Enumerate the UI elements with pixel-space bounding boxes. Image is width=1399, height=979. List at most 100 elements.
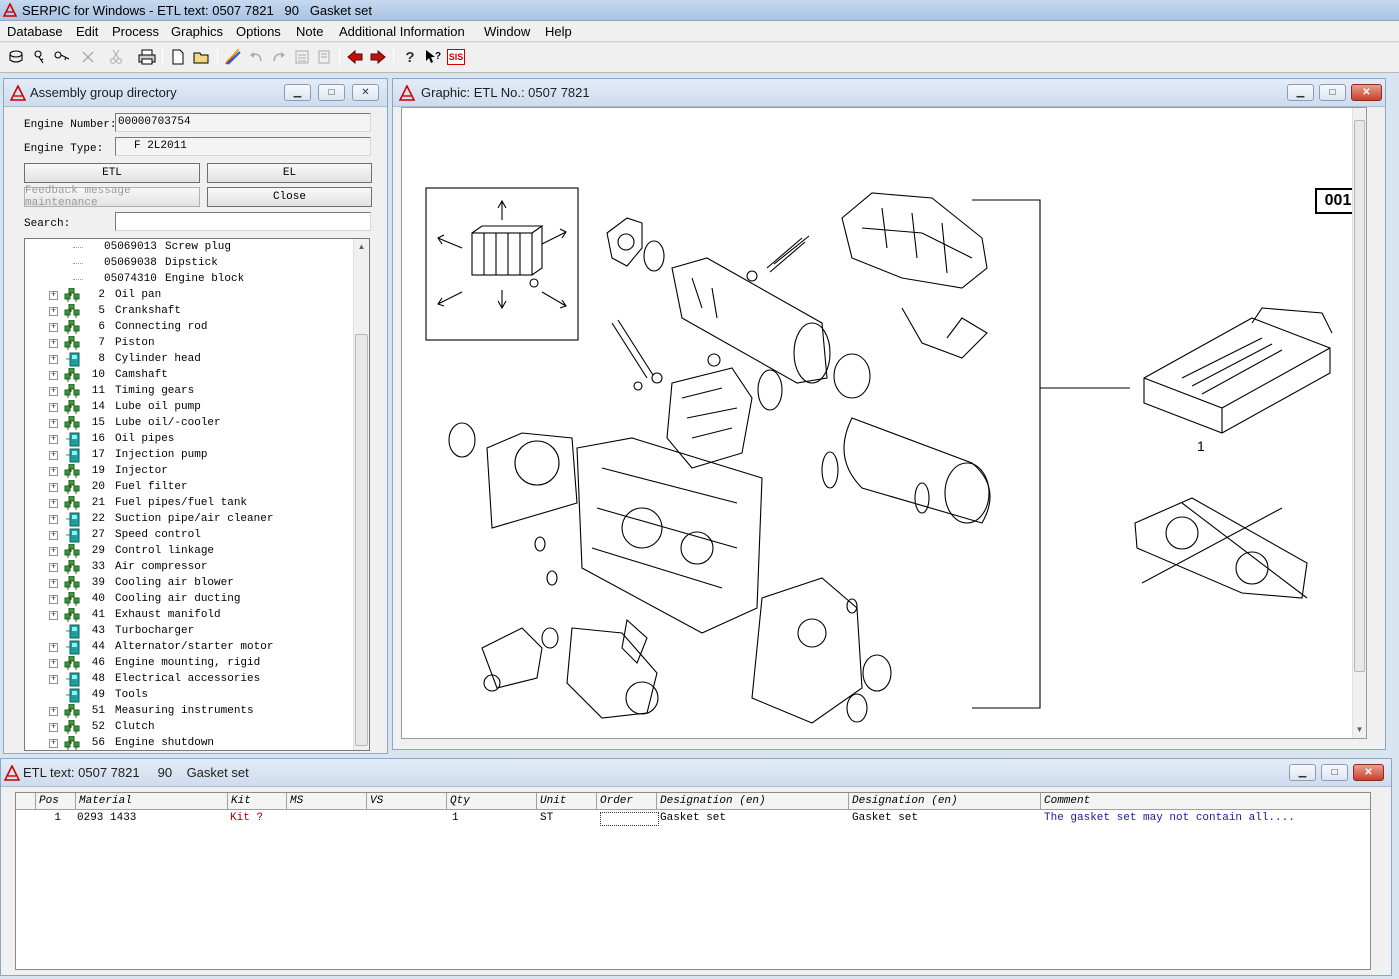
expand-icon[interactable]: + xyxy=(49,675,58,684)
tree-part-item[interactable]: 05074310 Engine block xyxy=(25,272,355,288)
expand-icon[interactable]: + xyxy=(49,547,58,556)
tree-group-item[interactable]: +20 Fuel filter xyxy=(25,479,355,496)
col-order[interactable]: Order xyxy=(597,793,657,810)
next-arrow-icon[interactable] xyxy=(368,47,388,67)
print-icon[interactable] xyxy=(137,47,157,67)
detail-view-icon[interactable] xyxy=(314,47,334,67)
expand-icon[interactable]: + xyxy=(49,611,58,620)
expand-icon[interactable]: + xyxy=(49,355,58,364)
col-kit[interactable]: Kit xyxy=(228,793,287,810)
expand-icon[interactable]: + xyxy=(49,419,58,428)
sis-icon[interactable]: SIS xyxy=(446,47,466,67)
menu-help[interactable]: Help xyxy=(545,24,572,39)
expand-icon[interactable]: + xyxy=(49,403,58,412)
tree-group-item[interactable]: +15 Lube oil/-cooler xyxy=(25,415,355,432)
expand-icon[interactable]: + xyxy=(49,595,58,604)
menu-edit[interactable]: Edit xyxy=(76,24,98,39)
expand-icon[interactable]: + xyxy=(49,483,58,492)
keys-icon[interactable] xyxy=(52,47,72,67)
graphic-window-caption[interactable]: Graphic: ETL No.: 0507 7821 ▁ □ ✕ xyxy=(393,79,1385,107)
expand-icon[interactable]: + xyxy=(49,723,58,732)
expand-icon[interactable]: + xyxy=(49,291,58,300)
el-button[interactable]: EL xyxy=(207,163,372,183)
cell-order[interactable] xyxy=(600,812,659,826)
scroll-thumb[interactable] xyxy=(1354,120,1365,672)
assembly-window-caption[interactable]: Assembly group directory ▁ □ ✕ xyxy=(4,79,387,107)
menu-database[interactable]: Database xyxy=(7,24,63,39)
maximize-button[interactable]: □ xyxy=(1319,84,1346,101)
expand-icon[interactable]: + xyxy=(49,387,58,396)
previous-arrow-icon[interactable] xyxy=(345,47,365,67)
col-comment[interactable]: Comment xyxy=(1041,793,1370,810)
tree-group-item[interactable]: +56 Engine shutdown xyxy=(25,735,355,750)
expand-icon[interactable]: + xyxy=(49,563,58,572)
expand-icon[interactable]: + xyxy=(49,323,58,332)
tree-group-item[interactable]: +41 Exhaust manifold xyxy=(25,607,355,624)
col-ms[interactable]: MS xyxy=(287,793,367,810)
color-pencil-icon[interactable] xyxy=(223,47,243,67)
help-question-icon[interactable]: ? xyxy=(400,47,420,67)
expand-icon[interactable]: + xyxy=(49,435,58,444)
expand-icon[interactable]: + xyxy=(49,707,58,716)
tree-part-item[interactable]: 05069013 Screw plug xyxy=(25,240,355,256)
col-unit[interactable]: Unit xyxy=(537,793,597,810)
menu-additional-information[interactable]: Additional Information xyxy=(339,24,465,39)
expand-icon[interactable]: + xyxy=(49,531,58,540)
expand-icon[interactable]: + xyxy=(49,499,58,508)
etl-button[interactable]: ETL xyxy=(24,163,200,183)
tree-group-item[interactable]: +51 Measuring instruments xyxy=(25,703,355,720)
close-window-button[interactable]: ✕ xyxy=(1353,764,1384,781)
undo-icon[interactable] xyxy=(246,47,266,67)
menu-window[interactable]: Window xyxy=(484,24,530,39)
etl-parts-table[interactable]: Pos Material Kit MS VS Qty Unit Order De… xyxy=(15,792,1371,970)
tree-group-item[interactable]: +39 Cooling air blower xyxy=(25,575,355,592)
new-document-icon[interactable] xyxy=(168,47,188,67)
search-input[interactable] xyxy=(115,212,371,231)
menu-note[interactable]: Note xyxy=(296,24,323,39)
tree-group-item[interactable]: +29 Control linkage xyxy=(25,543,355,560)
tree-group-item[interactable]: +27 Speed control xyxy=(25,528,355,544)
tree-scrollbar[interactable]: ▲ xyxy=(353,239,369,750)
engine-number-field[interactable]: 00000703754 xyxy=(115,113,371,132)
scroll-thumb[interactable] xyxy=(355,334,368,746)
col-pos[interactable]: Pos xyxy=(36,793,76,810)
minimize-button[interactable]: ▁ xyxy=(284,84,311,101)
cell-comment[interactable]: The gasket set may not contain all.... xyxy=(1041,811,1298,827)
delete-icon[interactable] xyxy=(78,47,98,67)
tree-group-item[interactable]: +22 Suction pipe/air cleaner xyxy=(25,512,355,528)
engine-type-field[interactable]: F 2L2011 xyxy=(115,137,371,156)
menu-graphics[interactable]: Graphics xyxy=(171,24,223,39)
menu-process[interactable]: Process xyxy=(112,24,159,39)
tree-group-item[interactable]: +48 Electrical accessories xyxy=(25,672,355,688)
expand-icon[interactable]: + xyxy=(49,451,58,460)
close-window-button[interactable]: ✕ xyxy=(352,84,379,101)
close-window-button[interactable]: ✕ xyxy=(1351,84,1382,101)
tree-group-item[interactable]: +6 Connecting rod xyxy=(25,319,355,336)
tree-group-item[interactable]: +11 Timing gears xyxy=(25,383,355,400)
tree-group-item[interactable]: +19 Injector xyxy=(25,463,355,480)
graphic-scrollbar[interactable]: ▼ xyxy=(1352,108,1366,738)
exploded-view-drawing[interactable]: 001 1 ▼ xyxy=(401,107,1367,739)
etl-window-caption[interactable]: ETL text: 0507 7821 90 Gasket set ▁ □ ✕ xyxy=(1,759,1391,787)
expand-icon[interactable]: + xyxy=(49,339,58,348)
open-database-icon[interactable] xyxy=(6,47,26,67)
minimize-button[interactable]: ▁ xyxy=(1289,764,1316,781)
tree-group-item[interactable]: +7 Piston xyxy=(25,335,355,352)
tree-group-item[interactable]: +14 Lube oil pump xyxy=(25,399,355,416)
tree-group-item[interactable]: 49 Tools xyxy=(25,688,355,704)
col-material[interactable]: Material xyxy=(76,793,228,810)
tree-group-item[interactable]: +52 Clutch xyxy=(25,719,355,736)
expand-icon[interactable]: + xyxy=(49,643,58,652)
maximize-button[interactable]: □ xyxy=(318,84,345,101)
assembly-tree[interactable]: 05069013 Screw plug 05069038 Dipstick 050743… xyxy=(24,238,370,751)
maximize-button[interactable]: □ xyxy=(1321,764,1348,781)
col-vs[interactable]: VS xyxy=(367,793,447,810)
redo-icon[interactable] xyxy=(269,47,289,67)
col-designation-1[interactable]: Designation (en) xyxy=(657,793,849,810)
tree-group-item[interactable]: +21 Fuel pipes/fuel tank xyxy=(25,495,355,512)
scroll-up-icon[interactable]: ▲ xyxy=(354,239,369,255)
tree-group-item[interactable]: 43 Turbocharger xyxy=(25,624,355,640)
minimize-button[interactable]: ▁ xyxy=(1287,84,1314,101)
tree-group-item[interactable]: +44 Alternator/starter motor xyxy=(25,640,355,656)
tree-group-item[interactable]: +16 Oil pipes xyxy=(25,432,355,448)
